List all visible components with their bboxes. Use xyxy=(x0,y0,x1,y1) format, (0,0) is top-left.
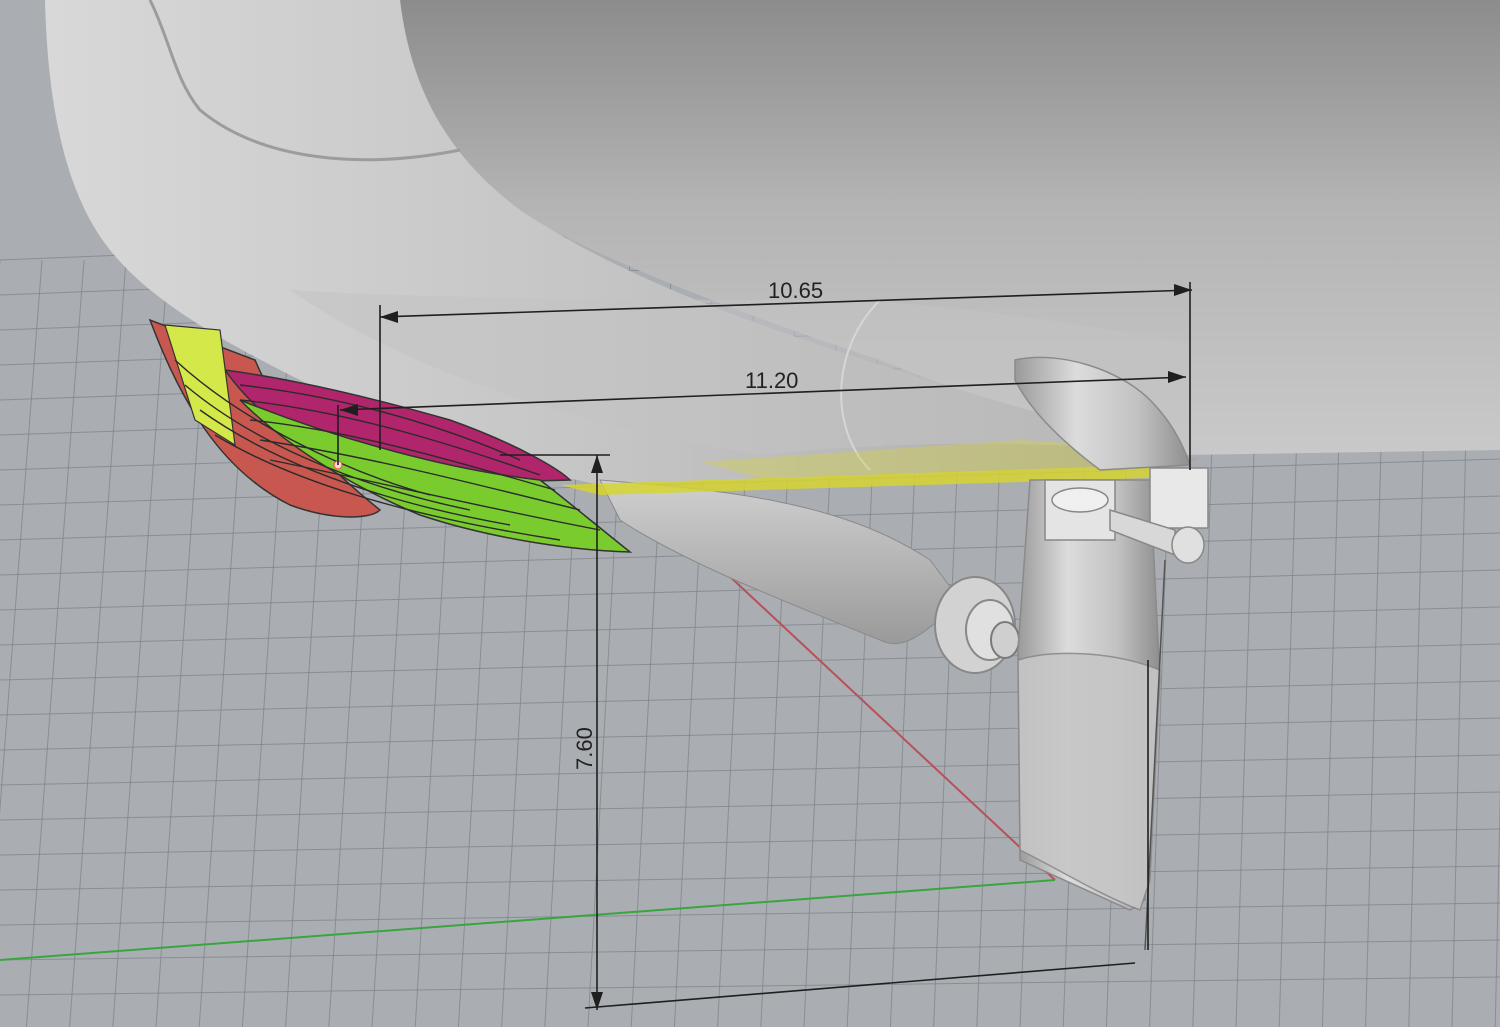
shaft-end xyxy=(990,621,1020,659)
rudder-stock-top xyxy=(1051,487,1109,513)
rudder-pintle xyxy=(1171,526,1205,564)
dimension-top-length-label[interactable]: 10.65 xyxy=(768,278,823,303)
rudder-post xyxy=(1149,467,1209,529)
dimension-height-label[interactable]: 7.60 xyxy=(572,727,597,770)
cad-viewport[interactable]: 10.65 11.20 7.60 xyxy=(0,0,1500,1027)
dimension-mid-length-label[interactable]: 11.20 xyxy=(745,368,798,393)
